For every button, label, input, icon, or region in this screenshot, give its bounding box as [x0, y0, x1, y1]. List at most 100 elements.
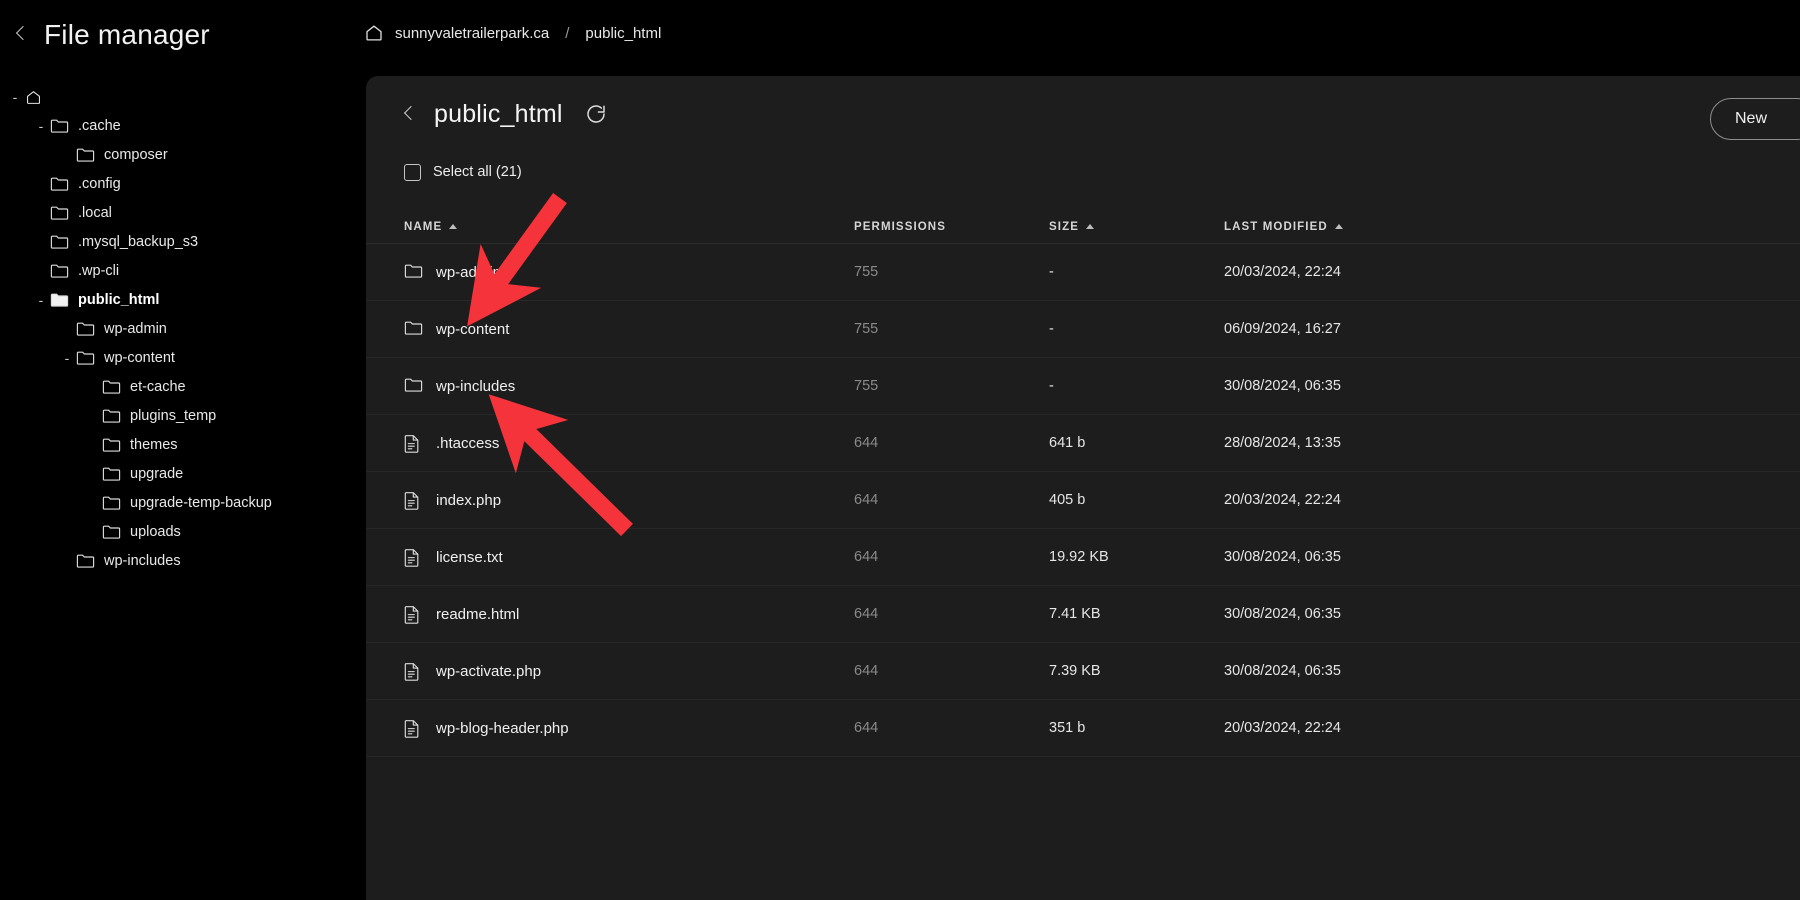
table-row[interactable]: .htaccess 644 641 b 28/08/2024, 13:35	[366, 415, 1800, 472]
table-row[interactable]: license.txt 644 19.92 KB 30/08/2024, 06:35	[366, 529, 1800, 586]
app-title-group: File manager	[14, 10, 210, 60]
sidebar-item-local[interactable]: .local	[0, 198, 366, 227]
file-icon	[404, 719, 423, 738]
table-row[interactable]: wp-admin 755 - 20/03/2024, 22:24	[366, 244, 1800, 301]
sidebar-item-label: .config	[78, 175, 121, 192]
refresh-icon[interactable]	[583, 101, 609, 127]
tree-collapse-toggle[interactable]: -	[6, 90, 24, 104]
sidebar-item-label: wp-admin	[104, 320, 167, 337]
table-row[interactable]: wp-blog-header.php 644 351 b 20/03/2024, 22…	[366, 700, 1800, 757]
cell-name[interactable]: license.txt	[404, 548, 854, 567]
folder-icon	[50, 118, 69, 134]
column-header-label: SIZE	[1049, 220, 1079, 233]
sidebar-item-public_html[interactable]: - public_html	[0, 285, 366, 314]
sidebar-item-upgrade-temp-backup[interactable]: upgrade-temp-backup	[0, 488, 366, 517]
folder-icon	[102, 437, 121, 453]
cell-name[interactable]: wp-content	[404, 320, 854, 338]
cell-modified: 06/09/2024, 16:27	[1224, 321, 1341, 337]
sidebar-item-et-cache[interactable]: et-cache	[0, 372, 366, 401]
home-icon[interactable]	[364, 23, 384, 43]
sidebar-item-plugins_temp[interactable]: plugins_temp	[0, 401, 366, 430]
file-name-label: index.php	[436, 491, 502, 509]
cell-name[interactable]: readme.html	[404, 605, 854, 624]
folder-icon	[102, 524, 121, 540]
cell-permissions: 755	[854, 264, 879, 280]
folder-icon	[76, 321, 95, 337]
file-icon	[404, 434, 423, 453]
sidebar-item-wp-content[interactable]: - wp-content	[0, 343, 366, 372]
table-body: wp-admin 755 - 20/03/2024, 22:24 wp-content 7…	[366, 244, 1800, 757]
sidebar-item-mysql_backup_s3[interactable]: .mysql_backup_s3	[0, 227, 366, 256]
sidebar-item-config[interactable]: .config	[0, 169, 366, 198]
file-icon	[404, 605, 423, 624]
file-name-label: wp-blog-header.php	[436, 719, 569, 737]
column-header-modified[interactable]: LAST MODIFIED	[1224, 221, 1524, 233]
sidebar-tree: - - .cache composer .config .local .mysql_back…	[0, 76, 366, 900]
column-header-label: NAME	[404, 220, 443, 233]
top-bar: File manager sunnyvaletrailerpark.ca / p…	[0, 0, 1800, 76]
sidebar-item-label: public_html	[78, 291, 160, 308]
cell-name[interactable]: wp-activate.php	[404, 662, 854, 681]
sidebar-item-home[interactable]: -	[0, 82, 366, 111]
select-all-row[interactable]: Select all (21)	[366, 156, 1800, 188]
cell-size: -	[1049, 378, 1054, 394]
cell-size: 19.92 KB	[1049, 549, 1109, 565]
sidebar-item-themes[interactable]: themes	[0, 430, 366, 459]
folder-icon	[76, 147, 95, 163]
cell-modified: 28/08/2024, 13:35	[1224, 435, 1341, 451]
sort-ascending-icon	[1334, 224, 1343, 229]
cell-size: -	[1049, 264, 1054, 280]
sidebar-item-label: uploads	[130, 523, 181, 540]
folder-icon	[404, 263, 423, 281]
column-header-permissions[interactable]: PERMISSIONS	[854, 221, 1049, 233]
cell-name[interactable]: wp-includes	[404, 377, 854, 395]
table-row[interactable]: wp-includes 755 - 30/08/2024, 06:35	[366, 358, 1800, 415]
chevron-left-icon[interactable]	[14, 22, 30, 48]
sidebar-item-wp-includes[interactable]: wp-includes	[0, 546, 366, 575]
select-all-checkbox[interactable]	[404, 163, 421, 181]
file-icon	[404, 548, 423, 567]
cell-permissions: 644	[854, 549, 879, 565]
sidebar-item-label: .mysql_backup_s3	[78, 233, 199, 250]
folder-icon	[102, 408, 121, 424]
sidebar-item-label: upgrade-temp-backup	[130, 494, 272, 511]
cell-name[interactable]: .htaccess	[404, 434, 854, 453]
cell-permissions: 644	[854, 435, 879, 451]
sidebar-item-composer[interactable]: composer	[0, 140, 366, 169]
folder-icon	[102, 466, 121, 482]
chevron-left-icon[interactable]	[404, 103, 418, 125]
sidebar-item-label: .wp-cli	[78, 262, 120, 279]
column-header-size[interactable]: SIZE	[1049, 221, 1224, 233]
sidebar-item-label: composer	[104, 146, 168, 163]
breadcrumb-domain[interactable]: sunnyvaletrailerpark.ca	[395, 25, 549, 42]
table-row[interactable]: wp-content 755 - 06/09/2024, 16:27	[366, 301, 1800, 358]
breadcrumb-separator: /	[565, 24, 570, 42]
cell-permissions: 755	[854, 378, 879, 394]
file-name-label: wp-activate.php	[436, 662, 542, 680]
file-name-label: readme.html	[436, 605, 520, 623]
home-icon	[24, 89, 43, 105]
current-folder-title: public_html	[434, 99, 563, 128]
sidebar-item-wp-cli[interactable]: .wp-cli	[0, 256, 366, 285]
cell-name[interactable]: wp-admin	[404, 263, 854, 281]
cell-name[interactable]: wp-blog-header.php	[404, 719, 854, 738]
column-header-name[interactable]: NAME	[404, 221, 854, 233]
sidebar-item-cache[interactable]: - .cache	[0, 111, 366, 140]
page-title: File manager	[44, 19, 210, 50]
sidebar-item-uploads[interactable]: uploads	[0, 517, 366, 546]
tree-collapse-toggle[interactable]: -	[58, 351, 76, 365]
breadcrumb: sunnyvaletrailerpark.ca / public_html	[364, 18, 661, 48]
table-row[interactable]: wp-activate.php 644 7.39 KB 30/08/2024, 06:…	[366, 643, 1800, 700]
cell-name[interactable]: index.php	[404, 491, 854, 510]
table-row[interactable]: readme.html 644 7.41 KB 30/08/2024, 06:35	[366, 586, 1800, 643]
cell-modified: 30/08/2024, 06:35	[1224, 663, 1341, 679]
table-row[interactable]: index.php 644 405 b 20/03/2024, 22:24	[366, 472, 1800, 529]
tree-collapse-toggle[interactable]: -	[32, 293, 50, 307]
sidebar-item-wp-admin[interactable]: wp-admin	[0, 314, 366, 343]
sort-ascending-icon	[1085, 224, 1094, 229]
table-header-row: NAME PERMISSIONS SIZE LAST MODIFIED	[366, 210, 1800, 244]
sidebar-item-upgrade[interactable]: upgrade	[0, 459, 366, 488]
breadcrumb-current[interactable]: public_html	[585, 25, 661, 42]
tree-collapse-toggle[interactable]: -	[32, 119, 50, 133]
new-button[interactable]: New	[1710, 98, 1800, 140]
